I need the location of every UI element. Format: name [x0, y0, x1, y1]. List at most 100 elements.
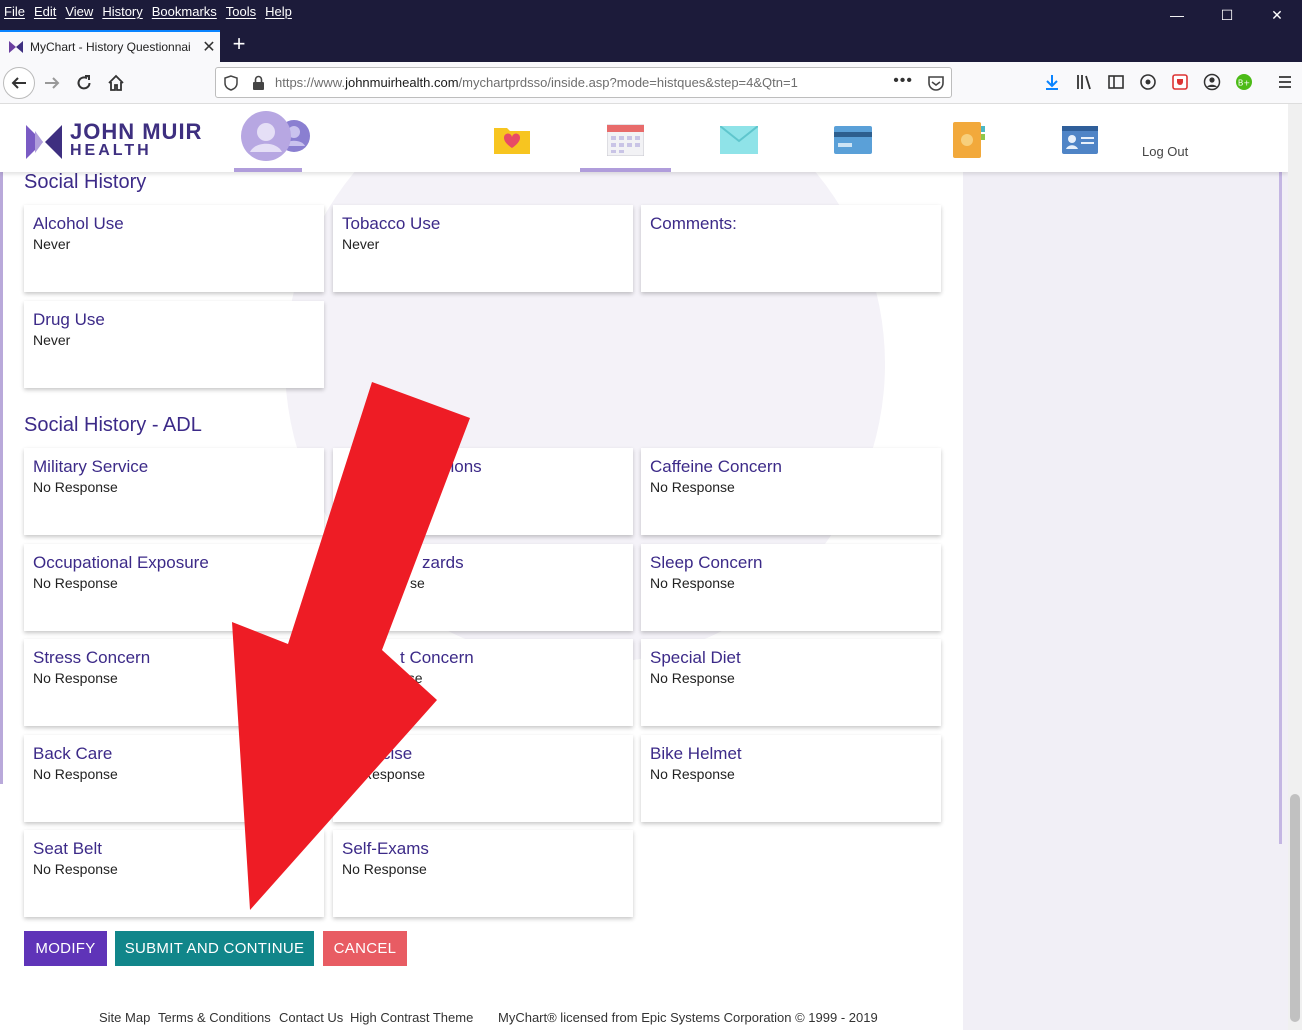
library-icon[interactable]: [1074, 72, 1094, 92]
card-value: No Response: [33, 861, 118, 877]
card-title: Sleep Concern: [650, 553, 763, 572]
card-exercise[interactable]: cise Response: [333, 735, 633, 822]
social-history-heading: Social History: [24, 171, 147, 193]
downloads-icon[interactable]: [1042, 72, 1062, 92]
lock-icon[interactable]: [252, 75, 265, 91]
tab-mychart[interactable]: MyChart - History Questionnai ✕: [0, 30, 220, 62]
back-button[interactable]: [3, 67, 35, 99]
card-title: t Concern: [400, 648, 474, 667]
card-adl-zards[interactable]: zards se: [333, 544, 633, 631]
card-value: Never: [33, 332, 71, 348]
card-seat-belt[interactable]: Seat Belt No Response: [24, 830, 324, 917]
svg-text:B+: B+: [1238, 79, 1250, 88]
extension-shield-icon[interactable]: [1170, 72, 1190, 92]
hamburger-menu-icon[interactable]: [1275, 72, 1295, 92]
card-comments[interactable]: Comments:: [641, 205, 941, 292]
card-self-exams[interactable]: Self-Exams No Response: [333, 830, 633, 917]
card-value: Response: [362, 766, 426, 782]
card-special-diet[interactable]: Special Diet No Response: [641, 639, 941, 726]
navigation-toolbar: https://www.johnmuirhealth.com/mychartpr…: [0, 62, 1302, 104]
right-accent-rule: [1279, 164, 1282, 844]
close-window-button[interactable]: ✕: [1252, 0, 1302, 30]
card-military-service[interactable]: Military Service No Response: [24, 448, 324, 535]
reload-button[interactable]: [68, 67, 100, 99]
footer-site-map-link[interactable]: Site Map: [99, 1010, 150, 1025]
menu-edit[interactable]: Edit: [34, 4, 56, 19]
pocket-icon[interactable]: [927, 74, 945, 92]
forward-button[interactable]: [36, 67, 68, 99]
john-muir-logo-icon[interactable]: [26, 125, 62, 159]
card-caffeine-concern[interactable]: Caffeine Concern No Response: [641, 448, 941, 535]
logo-wordmark[interactable]: JOHN MUIR HEALTH: [70, 119, 203, 160]
card-adl-concern[interactable]: t Concern nse: [333, 639, 633, 726]
card-title: sions: [442, 457, 482, 476]
menu-bookmarks[interactable]: Bookmarks: [152, 4, 217, 19]
card-bike-helmet[interactable]: Bike Helmet No Response: [641, 735, 941, 822]
menu-help[interactable]: Help: [265, 4, 292, 19]
home-button[interactable]: [100, 67, 132, 99]
proxy-avatar-switcher[interactable]: [234, 110, 310, 172]
menu-history[interactable]: History: [102, 4, 142, 19]
footer-contact-link[interactable]: Contact Us: [279, 1010, 343, 1025]
right-side-panel: [963, 104, 1288, 1030]
cancel-button[interactable]: CANCEL: [323, 931, 407, 966]
extension-circle-icon[interactable]: [1138, 72, 1158, 92]
scrollbar-thumb[interactable]: [1290, 794, 1300, 1022]
left-accent-rule: [0, 164, 3, 784]
card-value: No Response: [33, 670, 118, 686]
url-text[interactable]: https://www.johnmuirhealth.com/mychartpr…: [275, 75, 798, 90]
resources-book-icon[interactable]: [953, 122, 985, 158]
menu-file[interactable]: File: [4, 4, 25, 19]
account-icon[interactable]: [1202, 72, 1222, 92]
card-title: Back Care: [33, 744, 113, 763]
url-bar[interactable]: https://www.johnmuirhealth.com/mychartpr…: [215, 67, 952, 98]
modify-button[interactable]: MODIFY: [24, 931, 107, 966]
card-back-care[interactable]: Back Care No Response: [24, 735, 324, 822]
reload-icon: [77, 75, 91, 90]
card-title: Occupational Exposure: [33, 553, 209, 572]
card-value: se: [410, 575, 425, 591]
maximize-button[interactable]: ☐: [1202, 0, 1252, 30]
minimize-button[interactable]: —: [1152, 0, 1202, 30]
card-occupational-exposure[interactable]: Occupational Exposure No Response: [24, 544, 324, 631]
page-viewport: JOHN MUIR HEALTH Log Out Social History …: [0, 104, 1288, 1030]
tab-strip: MyChart - History Questionnai ✕ +: [0, 30, 1302, 62]
card-drug-use[interactable]: Drug Use Never: [24, 301, 324, 388]
extension-green-icon[interactable]: B+: [1234, 72, 1254, 92]
card-stress-concern[interactable]: Stress Concern No Response: [24, 639, 324, 726]
footer-license-text: MyChart® licensed from Epic Systems Corp…: [498, 1010, 878, 1025]
submit-and-continue-button[interactable]: SUBMIT AND CONTINUE: [115, 931, 314, 966]
card-value: No Response: [33, 575, 118, 591]
active-nav-indicator: [580, 168, 671, 172]
card-title: Bike Helmet: [650, 744, 742, 763]
calendar-icon[interactable]: [607, 122, 644, 156]
card-value: No Response: [650, 575, 735, 591]
card-alcohol-use[interactable]: Alcohol Use Never: [24, 205, 324, 292]
logo-line-1: JOHN MUIR: [70, 119, 203, 144]
menu-bar: File Edit View History Bookmarks Tools H…: [0, 0, 1302, 30]
footer-high-contrast-link[interactable]: High Contrast Theme: [350, 1010, 473, 1025]
card-tobacco-use[interactable]: Tobacco Use Never: [333, 205, 633, 292]
card-title: Alcohol Use: [33, 214, 124, 233]
logout-link[interactable]: Log Out: [1142, 144, 1188, 159]
card-title: Seat Belt: [33, 839, 102, 858]
card-sleep-concern[interactable]: Sleep Concern No Response: [641, 544, 941, 631]
profile-card-icon[interactable]: [1062, 126, 1098, 154]
billing-card-icon[interactable]: [834, 126, 872, 154]
messages-envelope-icon[interactable]: [720, 126, 758, 154]
menu-tools[interactable]: Tools: [226, 4, 256, 19]
card-adl-sions[interactable]: sions: [333, 448, 633, 535]
tracking-shield-icon[interactable]: [224, 75, 238, 91]
close-tab-icon[interactable]: ✕: [198, 37, 220, 57]
new-tab-button[interactable]: +: [228, 33, 250, 56]
footer-terms-link[interactable]: Terms & Conditions: [158, 1010, 271, 1025]
card-value: Never: [33, 236, 71, 252]
card-value: Never: [342, 236, 380, 252]
avatar-icon: [241, 111, 310, 161]
health-folder-icon[interactable]: [494, 122, 530, 154]
sidebar-icon[interactable]: [1106, 72, 1126, 92]
page-actions-icon[interactable]: •••: [893, 72, 913, 90]
page-scrollbar[interactable]: [1288, 104, 1302, 1030]
mychart-favicon-icon: [9, 41, 23, 53]
menu-view[interactable]: View: [65, 4, 93, 19]
